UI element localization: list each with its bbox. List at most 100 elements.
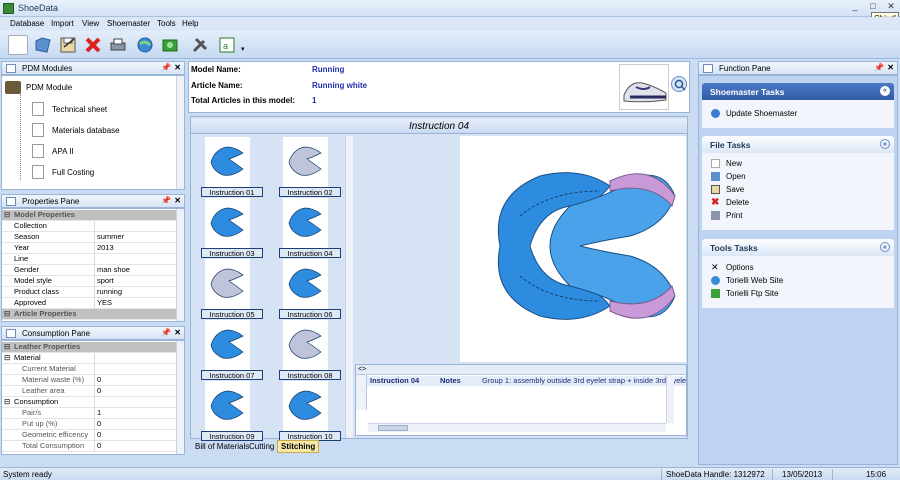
consumption-row[interactable]: ⊟ Consumption (2, 397, 176, 408)
property-row[interactable]: Season summer (2, 232, 176, 243)
web-icon[interactable] (135, 35, 155, 55)
category-row[interactable]: ⊟ Leather Properties (2, 342, 176, 353)
task-web-site[interactable]: Torielli Web Site (702, 274, 894, 287)
print-icon (711, 211, 720, 220)
instruction-thumbnail[interactable] (283, 259, 328, 309)
property-row[interactable]: Collection (2, 221, 176, 232)
instruction-thumbnail-label[interactable]: Instruction 04 (279, 248, 341, 258)
pin-icon[interactable]: 📌 (161, 196, 171, 205)
grid-row[interactable]: Instruction 04 Notes Group 1: assembly o… (356, 376, 686, 386)
close-pane-icon[interactable]: ✕ (887, 63, 894, 72)
category-row[interactable]: ⊟ Model Properties (2, 210, 176, 221)
consumption-scrollbar[interactable] (176, 341, 184, 454)
file-tasks-header[interactable]: File Tasks « (702, 136, 894, 153)
property-row[interactable]: Product class running (2, 287, 176, 298)
menu-shoemaster[interactable]: Shoemaster (107, 19, 150, 28)
instruction-thumbnail-label[interactable]: Instruction 01 (201, 187, 263, 197)
tab-cutting[interactable]: Cutting (249, 442, 274, 451)
pin-icon[interactable]: 📌 (874, 63, 884, 72)
dropdown-arrow-icon[interactable]: ▾ (241, 45, 245, 53)
instruction-thumbnail[interactable] (283, 137, 328, 187)
grid-hscrollbar[interactable] (368, 423, 666, 432)
tree-item-apa-ii[interactable]: APA II (52, 147, 74, 156)
new-icon[interactable] (8, 35, 28, 55)
consumption-row[interactable]: Geometric efficency 0 (2, 430, 176, 441)
instruction-thumbnail[interactable] (205, 381, 250, 431)
grid-nav-arrows[interactable]: <> (358, 366, 366, 373)
task-update-shoemaster[interactable]: Update Shoemaster (702, 107, 894, 120)
menu-help[interactable]: Help (182, 19, 198, 28)
save-icon[interactable] (58, 35, 78, 55)
close-pane-icon[interactable]: ✕ (174, 63, 181, 72)
thumbnail-scrollbar[interactable] (345, 136, 353, 438)
pin-icon[interactable]: 📌 (161, 328, 171, 337)
pdm-scrollbar[interactable] (176, 76, 184, 189)
instruction-thumbnail-label[interactable]: Instruction 06 (279, 309, 341, 319)
web-icon (711, 276, 720, 285)
instruction-thumbnail[interactable] (205, 320, 250, 370)
menu-tools[interactable]: Tools (157, 19, 176, 28)
instruction-thumbnail-label[interactable]: Instruction 03 (201, 248, 263, 258)
menu-view[interactable]: View (82, 19, 99, 28)
instruction-thumbnail-label[interactable]: Instruction 07 (201, 370, 263, 380)
instruction-thumbnail[interactable] (205, 259, 250, 309)
collapse-icon[interactable]: « (880, 139, 890, 149)
consumption-row[interactable]: Total Consumption 0 (2, 441, 176, 452)
instruction-thumbnail-label[interactable]: Instruction 05 (201, 309, 263, 319)
open-icon[interactable] (33, 35, 53, 55)
task-print[interactable]: Print (702, 209, 894, 222)
instruction-thumbnail[interactable] (205, 198, 250, 248)
instruction-thumbnail[interactable] (283, 381, 328, 431)
collapse-icon[interactable]: « (880, 242, 890, 252)
shoemaster-tasks-header[interactable]: Shoemaster Tasks « (702, 83, 894, 100)
instruction-thumbnail[interactable] (283, 198, 328, 248)
minimize-icon[interactable]: _ (848, 1, 862, 15)
task-options[interactable]: ✕ Options (702, 261, 894, 274)
article-name-value: Running white (312, 81, 368, 90)
close-pane-icon[interactable]: ✕ (174, 328, 181, 337)
task-save[interactable]: Save (702, 183, 894, 196)
instruction-thumbnail[interactable] (205, 137, 250, 187)
properties-scrollbar[interactable] (176, 209, 184, 321)
task-new[interactable]: New (702, 157, 894, 170)
instruction-thumbnail-label[interactable]: Instruction 08 (279, 370, 341, 380)
property-row[interactable]: Model style sport (2, 276, 176, 287)
pin-icon[interactable]: 📌 (161, 63, 171, 72)
collapse-icon[interactable]: « (880, 86, 890, 96)
excel-icon[interactable]: a (217, 35, 237, 55)
total-articles-label: Total Articles in this model: (191, 96, 296, 105)
consumption-row[interactable]: Pair/s 1 (2, 408, 176, 419)
consumption-row[interactable]: Leather area 0 (2, 386, 176, 397)
task-ftp-site[interactable]: Torielli Ftp Site (702, 287, 894, 300)
tree-item-technical-sheet[interactable]: Technical sheet (52, 105, 107, 114)
menu-database[interactable]: Database (10, 19, 44, 28)
task-open[interactable]: Open (702, 170, 894, 183)
tab-bill-of-materials[interactable]: Bill of Materials (195, 442, 249, 451)
tree-item-materials-database[interactable]: Materials database (52, 126, 120, 135)
task-delete[interactable]: ✖ Delete (702, 196, 894, 209)
tools-icon[interactable] (190, 35, 210, 55)
property-row[interactable]: Approved YES (2, 298, 176, 309)
instruction-thumbnail[interactable] (283, 320, 328, 370)
property-row[interactable]: Year 2013 (2, 243, 176, 254)
consumption-row[interactable]: ⊟ Material (2, 353, 176, 364)
ftp-icon[interactable] (160, 35, 180, 55)
print-icon[interactable] (108, 35, 128, 55)
instruction-thumbnail-label[interactable]: Instruction 02 (279, 187, 341, 197)
property-row[interactable]: Gender man shoe (2, 265, 176, 276)
status-date: 13/05/2013 (782, 470, 823, 479)
delete-icon[interactable] (83, 35, 103, 55)
menu-import[interactable]: Import (51, 19, 74, 28)
grid-vscrollbar[interactable] (666, 375, 674, 423)
property-row[interactable]: Line (2, 254, 176, 265)
consumption-row[interactable]: Current Material (2, 364, 176, 375)
tools-tasks-header[interactable]: Tools Tasks « (702, 239, 894, 256)
tree-item-full-costing[interactable]: Full Costing (52, 168, 94, 177)
close-pane-icon[interactable]: ✕ (174, 196, 181, 205)
category-row[interactable]: ⊟ Article Properties (2, 309, 176, 320)
zoom-icon[interactable] (671, 76, 687, 92)
tree-root[interactable]: PDM Module (26, 83, 72, 92)
consumption-row[interactable]: Put up (%) 0 (2, 419, 176, 430)
consumption-row[interactable]: Material waste (%) 0 (2, 375, 176, 386)
tab-stitching[interactable]: Stitching (277, 440, 320, 453)
